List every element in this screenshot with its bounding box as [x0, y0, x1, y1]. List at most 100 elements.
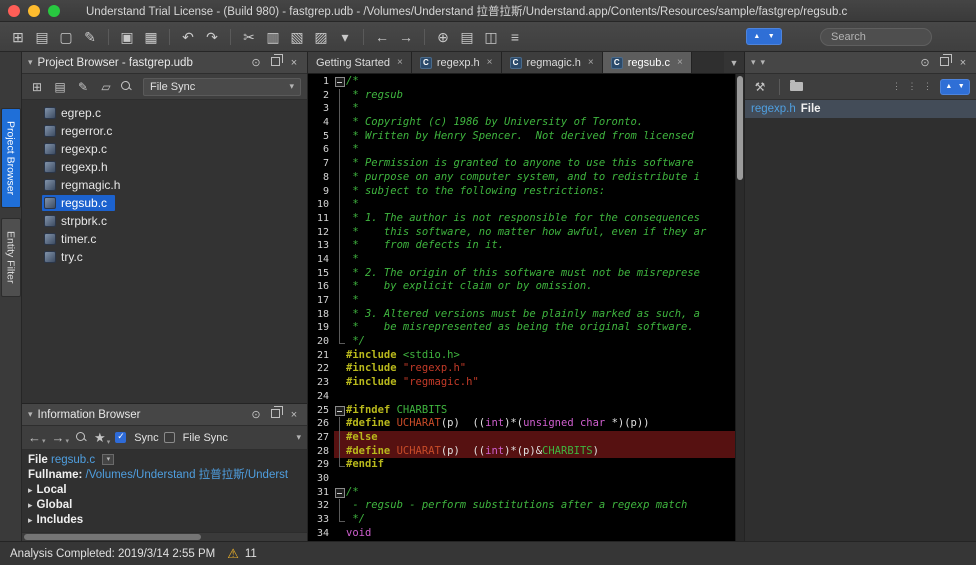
chevron-right-icon[interactable]: ▸	[28, 485, 33, 495]
chevron-down-icon[interactable]: ▾	[28, 409, 33, 420]
side-tab-project-browser[interactable]: Project Browser	[1, 108, 21, 208]
side-tab-entity-filter[interactable]: Entity Filter	[1, 218, 21, 297]
file-item[interactable]: regmagic.h	[22, 176, 307, 194]
cut-icon[interactable]: ✂	[239, 27, 259, 47]
close-panel-icon[interactable]: ×	[287, 57, 301, 69]
line-number: 18	[308, 308, 334, 322]
annotate-icon[interactable]: ▨	[311, 27, 331, 47]
step-down-icon[interactable]: ▼	[958, 83, 965, 90]
undo-icon[interactable]: ↶	[178, 27, 198, 47]
file-item[interactable]: strpbrk.c	[22, 212, 307, 230]
editor-tab-regexp-h[interactable]: Cregexp.h×	[412, 52, 502, 73]
chevron-down-icon[interactable]: ▾	[751, 57, 756, 68]
paste-icon[interactable]: ▧	[287, 27, 307, 47]
step-up-icon[interactable]: ▲	[753, 33, 760, 40]
step-up-icon[interactable]: ▲	[945, 83, 952, 90]
open-folder-icon[interactable]: ▱	[97, 80, 115, 94]
entity-dropdown[interactable]: ▾	[102, 454, 114, 465]
chevron-down-icon[interactable]: ▾	[761, 57, 766, 68]
back-icon[interactable]: ←	[372, 27, 392, 47]
scrollbar-thumb[interactable]	[24, 534, 201, 540]
close-tab-icon[interactable]: ×	[397, 57, 403, 68]
save-all-icon[interactable]: ▦	[141, 27, 161, 47]
file-item[interactable]: regexp.c	[22, 140, 307, 158]
sync-checkbox[interactable]	[115, 432, 126, 443]
pin-icon[interactable]: ⊙	[249, 56, 263, 69]
minimize-window-button[interactable]	[28, 5, 40, 17]
save-icon[interactable]: ▣	[117, 27, 137, 47]
file-item[interactable]: regerror.c	[22, 122, 307, 140]
search-icon[interactable]	[120, 80, 133, 93]
forward-icon[interactable]: →▾	[52, 430, 70, 445]
step-down-icon[interactable]: ▼	[768, 33, 775, 40]
close-panel-icon[interactable]: ×	[287, 409, 301, 421]
close-panel-icon[interactable]: ×	[956, 57, 970, 69]
warning-icon[interactable]: ⚠	[227, 546, 239, 562]
folder-icon[interactable]	[790, 80, 803, 94]
pin-icon[interactable]: ⊙	[249, 408, 263, 421]
new-project-icon[interactable]: ⊞	[8, 27, 28, 47]
info-fullname-value[interactable]: /Volumes/Understand 拉普拉斯/Underst	[86, 469, 289, 481]
float-panel-icon[interactable]	[268, 57, 282, 69]
right-panel-toolbar: ⚒ ⋮ ⋮ ⋮ ▲ ▼	[745, 74, 976, 100]
chevron-down-icon[interactable]: ▾	[28, 57, 33, 68]
file-item[interactable]: regsub.c	[22, 194, 307, 212]
file-item[interactable]: regexp.h	[22, 158, 307, 176]
scrollbar-thumb[interactable]	[737, 76, 743, 180]
stepper-control[interactable]: ▲ ▼	[746, 28, 782, 45]
redo-icon[interactable]: ↷	[202, 27, 222, 47]
file-item[interactable]: try.c	[22, 248, 307, 266]
fold-marker-icon[interactable]	[334, 404, 346, 418]
edit-source-icon[interactable]: ✎	[80, 27, 100, 47]
tab-list-dropdown-icon[interactable]: ▼	[724, 52, 744, 73]
file-item[interactable]: egrep.c	[22, 104, 307, 122]
chevron-down-icon[interactable]: ▾	[296, 432, 301, 443]
entity-menu-icon[interactable]: ▾	[335, 27, 355, 47]
file-sync-dropdown[interactable]: File Sync ▾	[143, 78, 301, 96]
forward-icon[interactable]: →	[396, 27, 416, 47]
edit-file-icon[interactable]: ✎	[74, 80, 92, 94]
editor-tab-getting-started[interactable]: Getting Started×	[308, 52, 412, 73]
fold-marker-icon[interactable]	[334, 486, 346, 500]
project-settings-icon[interactable]: ▢	[56, 27, 76, 47]
line-number: 21	[308, 349, 334, 363]
chevron-right-icon[interactable]: ▸	[28, 500, 33, 510]
search-icon[interactable]	[75, 431, 88, 444]
warning-count[interactable]: 11	[245, 548, 257, 560]
wrench-icon[interactable]: ⚒	[751, 80, 769, 94]
web-browser-icon[interactable]: ⊕	[433, 27, 453, 47]
pin-icon[interactable]: ⊙	[918, 56, 932, 69]
close-window-button[interactable]	[8, 5, 20, 17]
search-input[interactable]: Search	[820, 28, 932, 46]
back-icon[interactable]: ←▾	[28, 430, 46, 445]
split-view-icon[interactable]: ◫	[481, 27, 501, 47]
code-area[interactable]: 1/*2 * regsub3 *4 * Copyright (c) 1986 b…	[308, 74, 735, 541]
open-project-icon[interactable]: ▤	[32, 27, 52, 47]
vertical-scrollbar[interactable]	[735, 74, 744, 541]
zoom-window-button[interactable]	[48, 5, 60, 17]
tree-item[interactable]: ▸Local	[28, 483, 301, 498]
editor-tab-regsub-c[interactable]: Cregsub.c×	[603, 52, 692, 73]
close-tab-icon[interactable]: ×	[588, 57, 594, 68]
outline-view-icon[interactable]: ≡	[505, 27, 525, 47]
entity-name[interactable]: regexp.h	[751, 103, 796, 115]
tree-item[interactable]: ▸Includes	[28, 513, 301, 528]
stepper-control[interactable]: ▲ ▼	[940, 79, 970, 95]
new-file-icon[interactable]: ▤	[51, 80, 69, 94]
add-file-icon[interactable]: ⊞	[28, 80, 46, 94]
horizontal-scrollbar[interactable]	[22, 532, 307, 541]
preview-doc-icon[interactable]: ▤	[457, 27, 477, 47]
float-panel-icon[interactable]	[937, 57, 951, 69]
tree-item[interactable]: ▸Global	[28, 498, 301, 513]
file-sync-checkbox[interactable]	[164, 432, 175, 443]
file-item[interactable]: timer.c	[22, 230, 307, 248]
fold-marker-icon[interactable]	[334, 75, 346, 89]
copy-icon[interactable]: ▥	[263, 27, 283, 47]
chevron-right-icon[interactable]: ▸	[28, 515, 33, 525]
info-file-value[interactable]: regsub.c	[51, 454, 95, 466]
favorites-icon[interactable]: ★▾	[94, 430, 110, 446]
close-tab-icon[interactable]: ×	[677, 57, 683, 68]
close-tab-icon[interactable]: ×	[487, 57, 493, 68]
editor-tab-regmagic-h[interactable]: Cregmagic.h×	[502, 52, 603, 73]
float-panel-icon[interactable]	[268, 409, 282, 421]
